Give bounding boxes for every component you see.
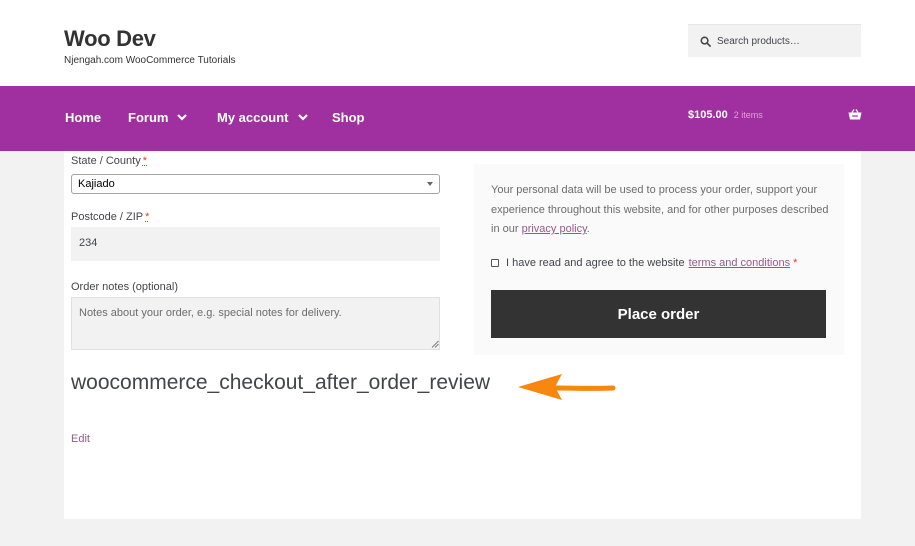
order-notes-textarea[interactable]: Notes about your order, e.g. special not…: [71, 297, 440, 350]
site-header: Woo Dev Njengah.com WooCommerce Tutorial…: [0, 0, 915, 86]
terms-row: I have read and agree to the website ter…: [491, 257, 797, 269]
cart-count: 2 items: [733, 110, 763, 120]
nav-item-shop[interactable]: Shop: [332, 110, 365, 125]
required-mark: *: [142, 155, 147, 167]
arrow-left-icon: [518, 374, 616, 400]
cart-total: $105.00: [688, 109, 728, 121]
resize-handle-icon[interactable]: [431, 340, 439, 348]
nav-item-label: My account: [217, 110, 289, 125]
terms-text: I have read and agree to the website: [506, 257, 685, 269]
required-mark: *: [145, 211, 150, 223]
nav-item-label: Home: [65, 110, 102, 125]
nav-item-home[interactable]: Home: [65, 110, 101, 125]
search-input[interactable]: [717, 35, 857, 47]
site-title[interactable]: Woo Dev: [64, 26, 156, 52]
privacy-policy-link[interactable]: privacy policy: [522, 223, 587, 235]
state-select-value: Kajiado: [78, 178, 115, 190]
chevron-down-icon: [297, 114, 308, 121]
postcode-label: Postcode / ZIP *: [71, 211, 150, 223]
basket-icon[interactable]: [848, 109, 862, 121]
place-order-button[interactable]: Place order: [491, 290, 826, 338]
site-tagline: Njengah.com WooCommerce Tutorials: [64, 55, 236, 66]
cart-summary[interactable]: $105.00 2 items: [688, 109, 763, 121]
terms-checkbox[interactable]: [491, 259, 499, 267]
nav-item-label: Shop: [332, 110, 365, 125]
required-mark: *: [793, 257, 798, 269]
nav-item-label: Forum: [128, 110, 169, 125]
chevron-down-icon: [177, 114, 188, 121]
caret-down-icon: [427, 182, 433, 186]
search-box[interactable]: [688, 24, 861, 57]
terms-link[interactable]: terms and conditions: [689, 257, 791, 269]
edit-link[interactable]: Edit: [71, 433, 90, 445]
privacy-notice: Your personal data will be used to proce…: [491, 184, 829, 235]
state-select[interactable]: Kajiado: [71, 174, 440, 194]
search-icon: [700, 36, 711, 47]
state-label: State / County *: [71, 155, 147, 167]
hook-name-annotation: woocommerce_checkout_after_order_review: [71, 371, 491, 394]
primary-navigation: Home Forum My account Shop $105.00 2 ite…: [0, 86, 915, 151]
nav-item-forum[interactable]: Forum: [128, 110, 188, 125]
order-notes-label: Order notes (optional): [71, 281, 178, 293]
postcode-input[interactable]: 234: [71, 227, 440, 261]
nav-item-my-account[interactable]: My account: [217, 110, 308, 125]
